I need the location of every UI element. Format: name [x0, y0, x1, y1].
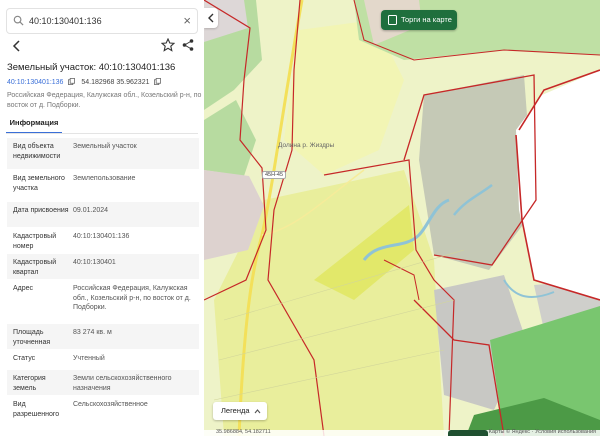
copy-icon[interactable] — [154, 78, 162, 85]
attribute-key: Статус — [13, 355, 36, 362]
attribute-row: Категория земель Земли сельскохозяйственн… — [7, 370, 199, 396]
attribute-value: Сельскохозяйственное — [73, 401, 148, 408]
cadastral-number-link[interactable]: 40:10:130401:136 — [7, 79, 63, 86]
attribute-row: Кадастровый номер 40:10:130401:136 — [7, 228, 199, 254]
attribute-key: Вид земельного участка — [13, 175, 65, 192]
auction-icon — [388, 15, 397, 25]
attribute-row: Вид земельного участка Землепользование — [7, 170, 199, 202]
attribute-value: Земельный участок — [73, 143, 137, 150]
tab-information[interactable]: Информация — [6, 116, 62, 134]
star-icon[interactable] — [161, 38, 175, 52]
map-attribution: Карты © Яндекс · Условия использования — [488, 429, 596, 435]
map-canvas — [204, 0, 600, 436]
chevron-left-icon — [208, 13, 214, 23]
map-badge — [448, 430, 488, 436]
parcel-coordinates: 54.182968 35.962321 — [81, 79, 150, 86]
attribute-value: Земли сельскохозяйственного назначения — [73, 375, 172, 392]
attribute-row: Площадь уточненная 83 274 кв. м — [7, 324, 199, 350]
search-input[interactable] — [29, 12, 179, 30]
tabs-divider — [6, 133, 198, 134]
parcel-title: Земельный участок: 40:10:130401:136 — [7, 62, 176, 73]
info-panel: × Земельный участок: 40:10:130401:136 40… — [0, 0, 204, 436]
close-icon[interactable]: × — [183, 13, 191, 29]
attribute-row: Вид разрешенного Сельскохозяйственное — [7, 396, 199, 422]
place-label: Долина р. Жиздры — [278, 142, 335, 149]
attribute-key: Вид разрешенного — [13, 401, 60, 418]
attribute-key: Вид объекта недвижимости — [13, 143, 61, 160]
attribute-value: 09.01.2024 — [73, 207, 109, 214]
attribute-value: Учтенный — [73, 355, 105, 362]
attribute-row: Дата присвоения 09.01.2024 — [7, 202, 199, 228]
share-icon[interactable] — [181, 38, 195, 52]
attribute-value: Землепользование — [73, 175, 136, 182]
attribute-key: Кадастровый квартал — [13, 259, 57, 276]
parcel-address: Российская Федерация, Калужская обл., Ко… — [7, 92, 202, 109]
cursor-coordinates: 35.986884, 54.182711 — [216, 429, 271, 435]
attribute-value: 83 274 кв. м — [73, 329, 112, 336]
search-bar: × — [6, 8, 198, 34]
panel-toolbar — [0, 36, 204, 56]
attributes-table: Вид объекта недвижимости Земельный участо… — [7, 138, 199, 422]
attribute-key: Кадастровый номер — [13, 233, 57, 250]
chevron-up-icon — [254, 409, 261, 414]
legend-button[interactable]: Легенда — [213, 402, 267, 420]
attribute-key: Адрес — [13, 285, 34, 292]
attribute-row: Вид объекта недвижимости Земельный участо… — [7, 138, 199, 170]
copy-icon[interactable] — [68, 78, 76, 85]
attribute-row: Адрес Российская Федерация, Калужская обл… — [7, 280, 199, 324]
attribute-row: Статус Учтенный — [7, 350, 199, 370]
trades-on-map-button[interactable]: Торги на карте — [381, 10, 457, 30]
trades-on-map-label: Торги на карте — [401, 15, 452, 24]
attribute-value: 40:10:130401:136 — [73, 233, 130, 240]
attribute-key: Категория земель — [13, 375, 46, 392]
parcel-meta: 40:10:130401:136 54.182968 35.962321 — [7, 78, 202, 89]
attribute-key: Дата присвоения — [13, 207, 69, 214]
legend-label: Легенда — [221, 406, 250, 415]
attribute-row: Кадастровый квартал 40:10:130401 — [7, 254, 199, 280]
map-view[interactable]: Торги на карте Долина р. Жиздры 45Н-45 Л… — [204, 0, 600, 436]
collapse-panel-button[interactable] — [204, 8, 218, 28]
road-label: 45Н-45 — [262, 171, 287, 179]
attribute-key: Площадь уточненная — [13, 329, 51, 346]
attribute-value: 40:10:130401 — [73, 259, 116, 266]
search-icon — [13, 15, 24, 26]
back-arrow-icon[interactable] — [10, 39, 24, 53]
attribute-value: Российская Федерация, Калужская обл., Ко… — [73, 285, 191, 311]
